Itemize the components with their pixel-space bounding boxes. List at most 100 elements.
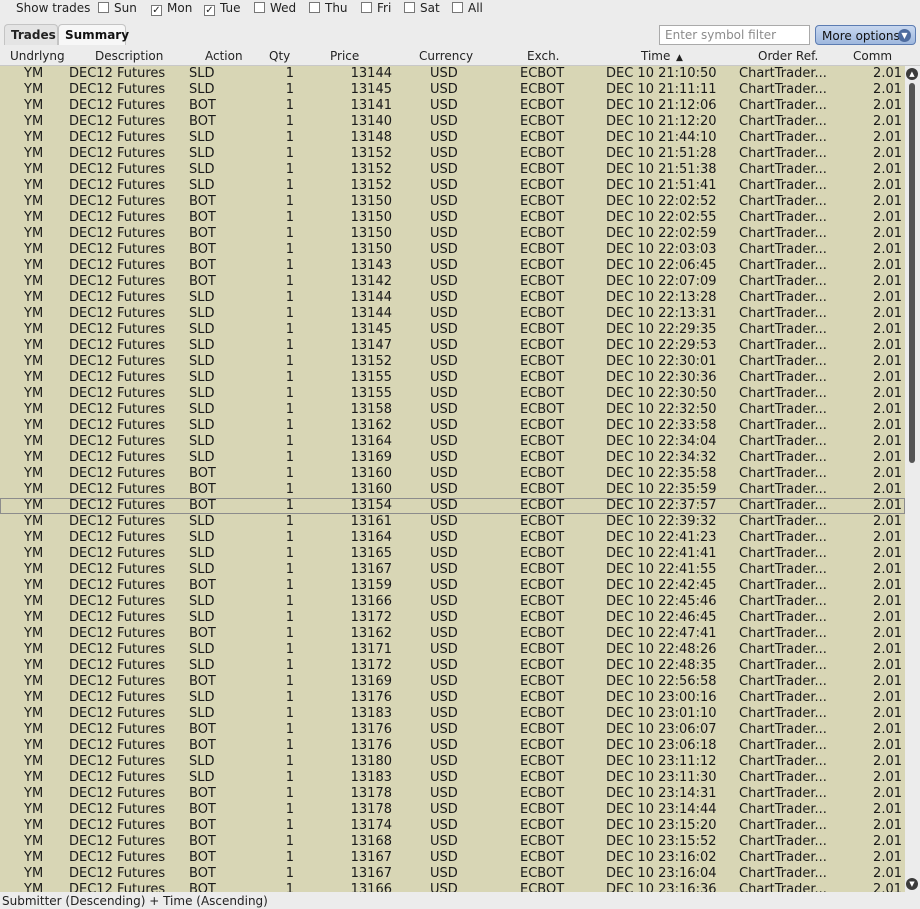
cell-currency: USD <box>430 354 458 369</box>
cell-qty: 1 <box>285 738 294 753</box>
checkbox-fri-box[interactable] <box>361 2 372 13</box>
table-row[interactable]: YM DEC12 Futures BOT 1 13150 USD ECBOT DEC 10 2… <box>0 194 905 210</box>
table-row[interactable]: YM DEC12 Futures SLD 1 13148 USD ECBOT DEC 10 2… <box>0 130 905 146</box>
checkbox-wed-box[interactable] <box>254 2 265 13</box>
table-row[interactable]: YM DEC12 Futures SLD 1 13152 USD ECBOT DEC 10 2… <box>0 162 905 178</box>
table-row[interactable]: YM DEC12 Futures BOT 1 13167 USD ECBOT DEC 10 2… <box>0 850 905 866</box>
table-row[interactable]: YM DEC12 Futures BOT 1 13176 USD ECBOT DEC 10 2… <box>0 722 905 738</box>
table-row[interactable]: YM DEC12 Futures SLD 1 13183 USD ECBOT DEC 10 2… <box>0 770 905 786</box>
table-row[interactable]: YM DEC12 Futures SLD 1 13144 USD ECBOT DEC 10 2… <box>0 66 905 82</box>
table-row[interactable]: YM DEC12 Futures SLD 1 13161 USD ECBOT DEC 10 2… <box>0 514 905 530</box>
cell-currency: USD <box>430 882 458 892</box>
table-row[interactable]: YM DEC12 Futures SLD 1 13155 USD ECBOT DEC 10 2… <box>0 386 905 402</box>
table-row[interactable]: YM DEC12 Futures SLD 1 13145 USD ECBOT DEC 10 2… <box>0 82 905 98</box>
tab-trades[interactable]: Trades <box>4 24 58 45</box>
table-row[interactable]: YM DEC12 Futures SLD 1 13183 USD ECBOT DEC 10 2… <box>0 706 905 722</box>
col-header-description[interactable]: Description <box>95 48 163 65</box>
table-row[interactable]: YM DEC12 Futures SLD 1 13155 USD ECBOT DEC 10 2… <box>0 370 905 386</box>
cell-underlying: YM <box>24 786 44 801</box>
checkbox-sat-box[interactable] <box>404 2 415 13</box>
table-row[interactable]: YM DEC12 Futures BOT 1 13141 USD ECBOT DEC 10 2… <box>0 98 905 114</box>
table-row[interactable]: YM DEC12 Futures BOT 1 13159 USD ECBOT DEC 10 2… <box>0 578 905 594</box>
checkbox-fri[interactable]: Fri <box>361 0 391 16</box>
checkbox-thu[interactable]: Thu <box>309 0 348 16</box>
col-header-undrlyng[interactable]: Undrlyng <box>10 48 65 65</box>
table-row[interactable]: YM DEC12 Futures SLD 1 13176 USD ECBOT DEC 10 2… <box>0 690 905 706</box>
table-row[interactable]: YM DEC12 Futures BOT 1 13174 USD ECBOT DEC 10 2… <box>0 818 905 834</box>
col-header-comm[interactable]: Comm <box>853 48 892 65</box>
cell-exchange: ECBOT <box>520 402 565 417</box>
cell-action: SLD <box>189 594 215 609</box>
symbol-filter-input[interactable] <box>659 25 810 45</box>
table-row[interactable]: YM DEC12 Futures SLD 1 13162 USD ECBOT DEC 10 2… <box>0 418 905 434</box>
table-row[interactable]: YM DEC12 Futures SLD 1 13147 USD ECBOT DEC 10 2… <box>0 338 905 354</box>
table-row[interactable]: YM DEC12 Futures SLD 1 13180 USD ECBOT DEC 10 2… <box>0 754 905 770</box>
cell-time: DEC 10 22:41:23 <box>606 530 717 545</box>
table-row[interactable]: YM DEC12 Futures SLD 1 13152 USD ECBOT DEC 10 2… <box>0 354 905 370</box>
checkbox-mon[interactable]: ✓ Mon <box>151 0 192 16</box>
table-row[interactable]: YM DEC12 Futures SLD 1 13152 USD ECBOT DEC 10 2… <box>0 146 905 162</box>
checkbox-all-box[interactable] <box>452 2 463 13</box>
table-row[interactable]: YM DEC12 Futures BOT 1 13166 USD ECBOT DEC 10 2… <box>0 882 905 892</box>
table-row[interactable]: YM DEC12 Futures BOT 1 13150 USD ECBOT DEC 10 2… <box>0 242 905 258</box>
scroll-up-icon[interactable]: ▲ <box>906 68 918 80</box>
col-header-time[interactable]: Time <box>641 48 670 65</box>
cell-underlying: YM <box>24 354 44 369</box>
checkbox-tue[interactable]: ✓ Tue <box>204 0 241 16</box>
table-row[interactable]: YM DEC12 Futures SLD 1 13172 USD ECBOT DEC 10 2… <box>0 658 905 674</box>
table-row[interactable]: YM DEC12 Futures BOT 1 13178 USD ECBOT DEC 10 2… <box>0 802 905 818</box>
table-row[interactable]: YM DEC12 Futures BOT 1 13178 USD ECBOT DEC 10 2… <box>0 786 905 802</box>
table-row[interactable]: YM DEC12 Futures BOT 1 13154 USD ECBOT DEC 10 2… <box>0 498 905 514</box>
table-row[interactable]: YM DEC12 Futures SLD 1 13145 USD ECBOT DEC 10 2… <box>0 322 905 338</box>
table-row[interactable]: YM DEC12 Futures BOT 1 13150 USD ECBOT DEC 10 2… <box>0 210 905 226</box>
col-header-price[interactable]: Price <box>330 48 359 65</box>
table-row[interactable]: YM DEC12 Futures BOT 1 13160 USD ECBOT DEC 10 2… <box>0 482 905 498</box>
col-header-qty[interactable]: Qty <box>269 48 290 65</box>
cell-commission: 2.01 <box>873 850 902 865</box>
table-row[interactable]: YM DEC12 Futures SLD 1 13165 USD ECBOT DEC 10 2… <box>0 546 905 562</box>
table-row[interactable]: YM DEC12 Futures BOT 1 13143 USD ECBOT DEC 10 2… <box>0 258 905 274</box>
scroll-down-icon[interactable]: ▼ <box>906 878 918 890</box>
checkbox-mon-box[interactable]: ✓ <box>151 5 162 16</box>
table-row[interactable]: YM DEC12 Futures BOT 1 13167 USD ECBOT DEC 10 2… <box>0 866 905 882</box>
col-header-order-ref[interactable]: Order Ref. <box>758 48 818 65</box>
table-row[interactable]: YM DEC12 Futures BOT 1 13142 USD ECBOT DEC 10 2… <box>0 274 905 290</box>
table-row[interactable]: YM DEC12 Futures BOT 1 13169 USD ECBOT DEC 10 2… <box>0 674 905 690</box>
col-header-exch[interactable]: Exch. <box>527 48 560 65</box>
vertical-scrollbar[interactable]: ▲ ▼ <box>905 66 920 892</box>
table-row[interactable]: YM DEC12 Futures SLD 1 13169 USD ECBOT DEC 10 2… <box>0 450 905 466</box>
table-row[interactable]: YM DEC12 Futures SLD 1 13171 USD ECBOT DEC 10 2… <box>0 642 905 658</box>
col-header-action[interactable]: Action <box>205 48 243 65</box>
table-row[interactable]: YM DEC12 Futures BOT 1 13160 USD ECBOT DEC 10 2… <box>0 466 905 482</box>
table-row[interactable]: YM DEC12 Futures BOT 1 13150 USD ECBOT DEC 10 2… <box>0 226 905 242</box>
checkbox-tue-box[interactable]: ✓ <box>204 5 215 16</box>
checkbox-thu-box[interactable] <box>309 2 320 13</box>
table-row[interactable]: YM DEC12 Futures SLD 1 13167 USD ECBOT DEC 10 2… <box>0 562 905 578</box>
col-header-currency[interactable]: Currency <box>419 48 473 65</box>
more-options-button[interactable]: More options ▼ <box>815 25 916 45</box>
table-row[interactable]: YM DEC12 Futures SLD 1 13158 USD ECBOT DEC 10 2… <box>0 402 905 418</box>
table-row[interactable]: YM DEC12 Futures BOT 1 13176 USD ECBOT DEC 10 2… <box>0 738 905 754</box>
table-row[interactable]: YM DEC12 Futures BOT 1 13140 USD ECBOT DEC 10 2… <box>0 114 905 130</box>
table-row[interactable]: YM DEC12 Futures BOT 1 13162 USD ECBOT DEC 10 2… <box>0 626 905 642</box>
checkbox-sun[interactable]: Sun <box>98 0 137 16</box>
cell-qty: 1 <box>285 834 294 849</box>
table-row[interactable]: YM DEC12 Futures BOT 1 13168 USD ECBOT DEC 10 2… <box>0 834 905 850</box>
cell-qty: 1 <box>285 434 294 449</box>
cell-action: SLD <box>189 130 215 145</box>
table-row[interactable]: YM DEC12 Futures SLD 1 13144 USD ECBOT DEC 10 2… <box>0 290 905 306</box>
cell-qty: 1 <box>285 562 294 577</box>
table-row[interactable]: YM DEC12 Futures SLD 1 13172 USD ECBOT DEC 10 2… <box>0 610 905 626</box>
cell-price: 13172 <box>350 658 392 673</box>
table-row[interactable]: YM DEC12 Futures SLD 1 13164 USD ECBOT DEC 10 2… <box>0 434 905 450</box>
table-row[interactable]: YM DEC12 Futures SLD 1 13164 USD ECBOT DEC 10 2… <box>0 530 905 546</box>
checkbox-sat[interactable]: Sat <box>404 0 440 16</box>
table-row[interactable]: YM DEC12 Futures SLD 1 13152 USD ECBOT DEC 10 2… <box>0 178 905 194</box>
table-row[interactable]: YM DEC12 Futures SLD 1 13144 USD ECBOT DEC 10 2… <box>0 306 905 322</box>
checkbox-sun-box[interactable] <box>98 2 109 13</box>
checkbox-all[interactable]: All <box>452 0 483 16</box>
table-row[interactable]: YM DEC12 Futures SLD 1 13166 USD ECBOT DEC 10 2… <box>0 594 905 610</box>
checkbox-wed[interactable]: Wed <box>254 0 296 16</box>
tab-summary[interactable]: Summary <box>58 24 129 45</box>
scrollbar-thumb[interactable] <box>909 83 915 463</box>
